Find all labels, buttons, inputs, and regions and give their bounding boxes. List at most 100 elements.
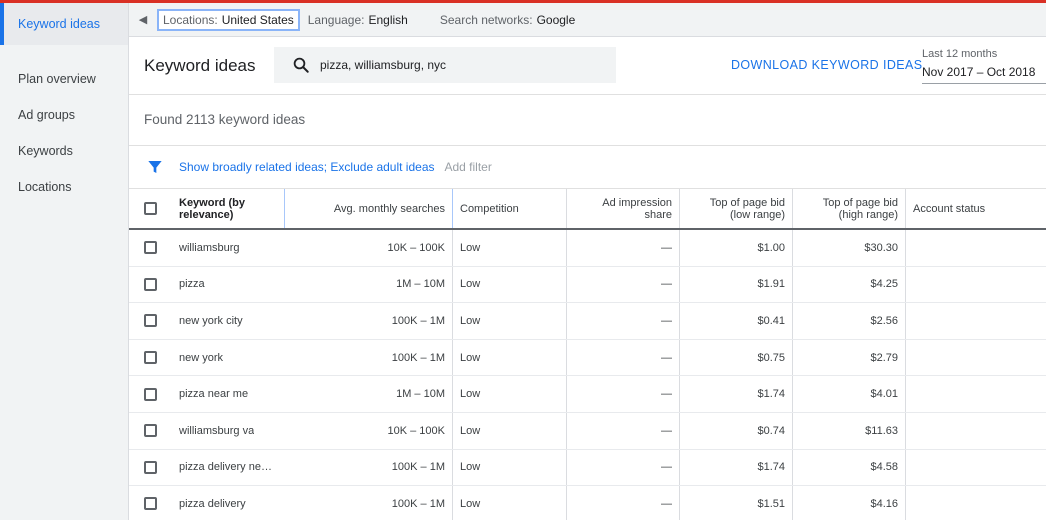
keyword-text: pizza: [179, 278, 205, 291]
language-label: Language:: [307, 12, 365, 27]
table-row: pizza near me 1M – 10M Low — $1.74 $4.01: [129, 376, 1046, 413]
collapse-sidebar-button[interactable]: ◀: [129, 3, 157, 37]
language-chip[interactable]: Language: English: [304, 9, 412, 31]
date-range-selector[interactable]: Last 12 months Nov 2017 – Oct 2018: [922, 48, 1046, 84]
top-bid-low-cell: $0.41: [680, 303, 793, 339]
search-networks-value: Google: [536, 12, 576, 27]
account-status-cell: [906, 413, 1046, 449]
row-select-cell: [129, 376, 172, 412]
sidebar-item-plan-overview[interactable]: Plan overview: [0, 61, 128, 97]
ad-impression-share-cell: —: [566, 230, 680, 266]
table-row: williamsburg va 10K – 100K Low — $0.74 $11.63: [129, 412, 1046, 450]
avg-monthly-searches-cell: 100K – 1M: [285, 449, 453, 486]
header-top-bid-low[interactable]: Top of page bid (low range): [680, 189, 793, 228]
table-row: pizza delivery near ... 100K – 1M Low — $1.7…: [129, 449, 1046, 487]
sidebar-item-ad-groups[interactable]: Ad groups: [0, 97, 128, 133]
top-bid-low-cell: $0.75: [680, 339, 793, 376]
sidebar-item-label: Keywords: [18, 144, 73, 158]
locations-value: United States: [221, 12, 294, 27]
sidebar-item-label: Ad groups: [18, 108, 75, 122]
sidebar-item-label: Keyword ideas: [18, 17, 100, 31]
chevron-left-icon: ◀: [138, 14, 148, 26]
ad-impression-share-cell: —: [566, 486, 680, 520]
sidebar-item-keyword-ideas[interactable]: Keyword ideas: [0, 3, 128, 45]
competition-cell: Low: [460, 278, 481, 291]
keyword-cell: pizza: [172, 267, 285, 303]
top-bid-high-cell: $4.25: [793, 266, 906, 303]
header-top-bid-high[interactable]: Top of page bid (high range): [793, 189, 906, 228]
locations-chip[interactable]: Locations: United States: [157, 8, 300, 31]
results-count: Found 2113 keyword ideas: [144, 112, 306, 127]
row-select-cell: [129, 267, 172, 303]
sidebar-item-keywords[interactable]: Keywords: [0, 133, 128, 169]
keyword-search-box[interactable]: [274, 47, 616, 83]
row-checkbox[interactable]: [144, 241, 157, 255]
active-filters-link[interactable]: Show broadly related ideas; Exclude adul…: [179, 160, 435, 174]
targeting-filter-bar: ◀ Locations: United States Language: Eng…: [129, 3, 1046, 37]
row-select-cell: [129, 486, 172, 520]
row-checkbox[interactable]: [144, 314, 157, 328]
ad-impression-share-cell: —: [566, 266, 680, 303]
table-row: pizza delivery 100K – 1M Low — $1.51 $4.16: [129, 486, 1046, 520]
avg-monthly-searches-cell: 1M – 10M: [285, 266, 453, 303]
competition-cell: Low: [460, 351, 481, 364]
account-status-cell: [906, 303, 1046, 339]
language-value: English: [368, 12, 408, 27]
competition-cell: Low: [460, 388, 481, 401]
funnel-icon[interactable]: [147, 159, 163, 175]
keyword-search-input[interactable]: [320, 58, 600, 72]
avg-monthly-searches-cell: 1M – 10M: [285, 376, 453, 412]
row-checkbox[interactable]: [144, 497, 157, 511]
top-bid-high-cell: $4.01: [793, 376, 906, 412]
keyword-cell: pizza delivery: [172, 486, 285, 520]
page-title: Keyword ideas: [144, 56, 256, 75]
account-status-cell: [906, 267, 1046, 303]
keyword-text: williamsburg: [179, 241, 240, 254]
top-bid-high-cell: $2.79: [793, 339, 906, 376]
avg-monthly-searches-cell: 100K – 1M: [285, 486, 453, 520]
row-checkbox[interactable]: [144, 424, 157, 438]
sidebar-item-locations[interactable]: Locations: [0, 169, 128, 205]
select-all-checkbox[interactable]: [144, 202, 157, 215]
competition-cell: Low: [460, 424, 481, 437]
keyword-cell: pizza delivery near ...: [172, 450, 285, 486]
search-networks-chip[interactable]: Search networks: Google: [436, 9, 579, 31]
row-select-cell: [129, 303, 172, 339]
keyword-cell: new york city: [172, 303, 285, 339]
table-header-row: Keyword (by relevance) Avg. monthly sear…: [129, 189, 1046, 230]
row-checkbox[interactable]: [144, 460, 157, 474]
competition-cell: Low: [460, 461, 481, 474]
row-checkbox[interactable]: [144, 277, 157, 291]
row-select-cell: [129, 450, 172, 486]
header-ad-impression-share[interactable]: Ad impression share: [566, 189, 680, 228]
account-status-cell: [906, 486, 1046, 520]
row-checkbox[interactable]: [144, 351, 157, 365]
row-select-cell: [129, 230, 172, 266]
top-bid-low-cell: $0.74: [680, 412, 793, 449]
header-competition[interactable]: Competition: [453, 189, 566, 228]
search-icon: [293, 57, 309, 73]
header-account-status[interactable]: Account status: [906, 189, 1046, 228]
add-filter-button[interactable]: Add filter: [445, 160, 492, 174]
keyword-cell: williamsburg va: [172, 413, 285, 449]
competition-cell: Low: [460, 241, 481, 254]
row-checkbox[interactable]: [144, 387, 157, 401]
sidebar-item-label: Plan overview: [18, 72, 96, 86]
locations-label: Locations:: [163, 12, 218, 27]
top-bid-low-cell: $1.74: [680, 376, 793, 412]
search-networks-label: Search networks:: [439, 12, 533, 27]
account-status-cell: [906, 340, 1046, 376]
ad-impression-share-cell: —: [566, 303, 680, 339]
ad-impression-share-cell: —: [566, 339, 680, 376]
header-avg-monthly-searches[interactable]: Avg. monthly searches: [285, 189, 453, 228]
table-row: new york 100K – 1M Low — $0.75 $2.79: [129, 339, 1046, 377]
header-keyword[interactable]: Keyword (by relevance): [172, 189, 285, 228]
ad-impression-share-cell: —: [566, 449, 680, 486]
avg-monthly-searches-cell: 100K – 1M: [285, 303, 453, 339]
top-bid-low-cell: $1.51: [680, 486, 793, 520]
top-bid-low-cell: $1.91: [680, 266, 793, 303]
avg-monthly-searches-cell: 10K – 100K: [285, 412, 453, 449]
download-keyword-ideas-button[interactable]: DOWNLOAD KEYWORD IDEAS: [731, 58, 922, 72]
competition-cell: Low: [460, 497, 481, 510]
date-range-label: Last 12 months: [922, 48, 998, 60]
